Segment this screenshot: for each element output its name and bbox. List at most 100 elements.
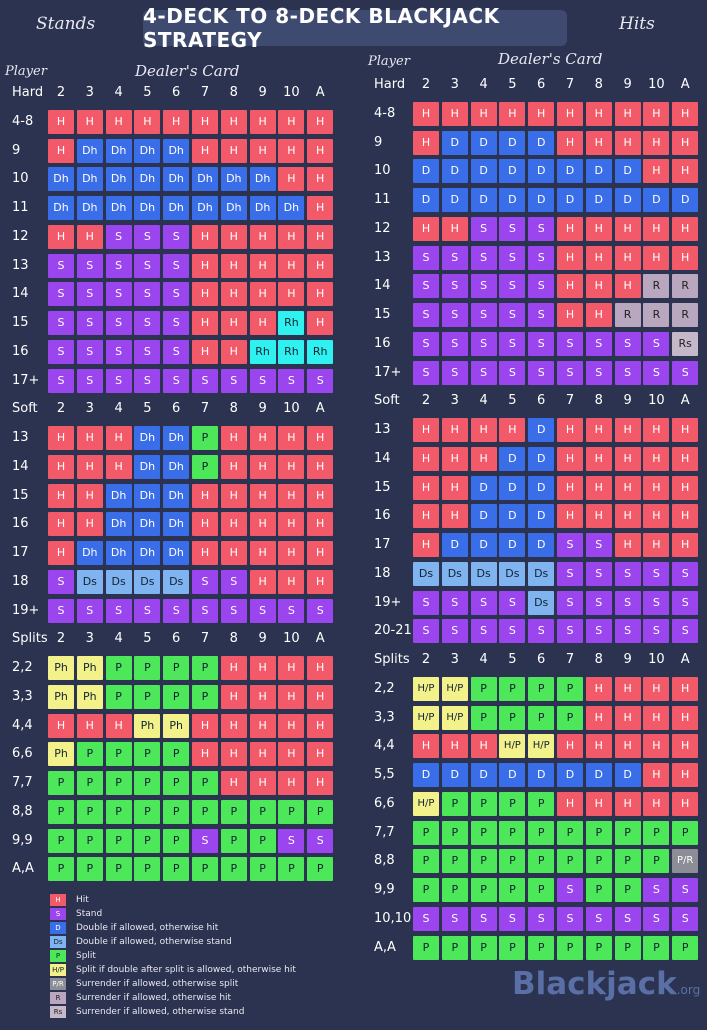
strategy-cell: D xyxy=(528,504,555,529)
legend-text: Surrender if allowed, otherwise stand xyxy=(76,1007,245,1017)
strategy-cell: Ph xyxy=(48,656,74,680)
player-hand-label: 2,2 xyxy=(374,680,395,696)
player-hand-label: 4-8 xyxy=(374,105,396,121)
strategy-cell: P xyxy=(528,820,555,845)
strategy-cell: P xyxy=(470,878,497,902)
strategy-cell: S xyxy=(413,303,439,327)
strategy-cell: S xyxy=(413,274,439,299)
strategy-cell: P xyxy=(220,828,247,853)
strategy-cell: S xyxy=(672,878,699,902)
strategy-cell: H/P xyxy=(441,676,468,701)
strategy-cell: H xyxy=(220,684,247,709)
strategy-cell: D xyxy=(499,188,526,212)
strategy-cell: S xyxy=(557,878,583,902)
strategy-cell: D xyxy=(528,533,555,557)
strategy-cell: S xyxy=(614,906,641,931)
strategy-cell: S xyxy=(76,253,103,278)
dealer-col-header: 5 xyxy=(143,631,152,647)
dealer-col-header: 3 xyxy=(85,401,94,417)
strategy-cell: S xyxy=(76,598,103,623)
strategy-cell: H xyxy=(76,512,103,537)
dealer-col-header: 4 xyxy=(114,401,123,417)
strategy-cell: H xyxy=(643,101,670,126)
strategy-cell: P xyxy=(307,799,334,824)
strategy-cell: P xyxy=(413,820,439,845)
dealer-col-header: 10 xyxy=(283,631,300,647)
strategy-cell: H xyxy=(192,282,218,307)
player-label: Player xyxy=(368,54,410,69)
strategy-cell: P xyxy=(470,791,497,816)
legend-text: Hit xyxy=(76,895,89,905)
strategy-cell: H xyxy=(76,713,103,738)
strategy-cell: H xyxy=(307,541,334,565)
strategy-cell: D xyxy=(528,188,555,212)
dealer-col-header: 5 xyxy=(508,652,517,667)
strategy-cell: S xyxy=(249,598,276,623)
strategy-cell: P xyxy=(557,849,583,874)
strategy-cell: H/P xyxy=(413,705,439,730)
strategy-cell: H xyxy=(249,512,276,537)
section-label-splits: Splits xyxy=(12,631,48,647)
strategy-cell: H xyxy=(249,541,276,565)
strategy-cell: S xyxy=(470,590,497,615)
strategy-cell: P xyxy=(249,799,276,824)
strategy-cell: H xyxy=(76,454,103,479)
strategy-cell: P xyxy=(672,820,699,845)
strategy-cell: H xyxy=(249,253,276,278)
strategy-cell: S xyxy=(441,303,468,327)
strategy-cell: S xyxy=(614,619,641,644)
strategy-cell: H xyxy=(672,245,699,270)
strategy-cell: H xyxy=(672,763,699,787)
strategy-cell: D xyxy=(614,763,641,787)
strategy-cell: S xyxy=(192,569,218,594)
strategy-cell: S xyxy=(105,368,132,393)
strategy-cell: Dh xyxy=(105,196,132,220)
strategy-cell: S xyxy=(105,253,132,278)
strategy-cell: H xyxy=(48,454,74,479)
strategy-cell: D xyxy=(557,159,583,184)
strategy-cell: P xyxy=(163,771,190,795)
strategy-cell: H xyxy=(441,734,468,759)
player-hand-label: 9 xyxy=(374,134,383,150)
strategy-cell: H xyxy=(192,311,218,335)
strategy-cell: S xyxy=(557,906,583,931)
player-label: Player xyxy=(5,64,47,79)
strategy-cell: H xyxy=(307,224,334,249)
strategy-cell: P xyxy=(76,857,103,882)
strategy-cell: H xyxy=(307,282,334,307)
strategy-cell: S xyxy=(499,590,526,615)
strategy-cell: Rh xyxy=(278,311,305,335)
strategy-cell: H xyxy=(220,282,247,307)
strategy-cell: S xyxy=(499,303,526,327)
player-hand-label: 4-8 xyxy=(12,113,34,129)
dealer-col-header: 9 xyxy=(258,85,267,100)
strategy-cell: D xyxy=(557,188,583,212)
strategy-cell: H xyxy=(413,101,439,126)
strategy-cell: S xyxy=(163,368,190,393)
strategy-cell: H xyxy=(557,734,583,759)
strategy-cell: P xyxy=(134,857,161,882)
strategy-cell: H xyxy=(278,713,305,738)
strategy-cell: H xyxy=(470,418,497,442)
strategy-cell: S xyxy=(278,368,305,393)
stands-strategy-chart: Player Dealer's Card Hard 2 3 4 5 6 7 8 9 10 A 4-8 H H H… xyxy=(0,0,345,882)
strategy-cell: Dh xyxy=(105,541,132,565)
dealer-col-header: 9 xyxy=(623,77,632,92)
strategy-cell: R xyxy=(643,303,670,327)
section-label-splits: Splits xyxy=(374,652,410,667)
strategy-cell: H xyxy=(672,216,699,241)
strategy-cell: S xyxy=(499,274,526,299)
dealer-col-header: 10 xyxy=(648,77,665,92)
strategy-cell: Dh xyxy=(48,167,74,192)
strategy-cell: D xyxy=(585,159,612,184)
strategy-cell: H xyxy=(643,676,670,701)
strategy-cell: S xyxy=(672,561,699,586)
strategy-cell: H xyxy=(614,676,641,701)
dealer-col-header: 6 xyxy=(172,401,181,417)
strategy-cell: P xyxy=(643,820,670,845)
strategy-cell: H xyxy=(672,418,699,442)
strategy-cell: P xyxy=(614,849,641,874)
strategy-cell: H xyxy=(249,311,276,335)
strategy-cell: H xyxy=(249,656,276,680)
strategy-cell: H xyxy=(192,483,218,508)
